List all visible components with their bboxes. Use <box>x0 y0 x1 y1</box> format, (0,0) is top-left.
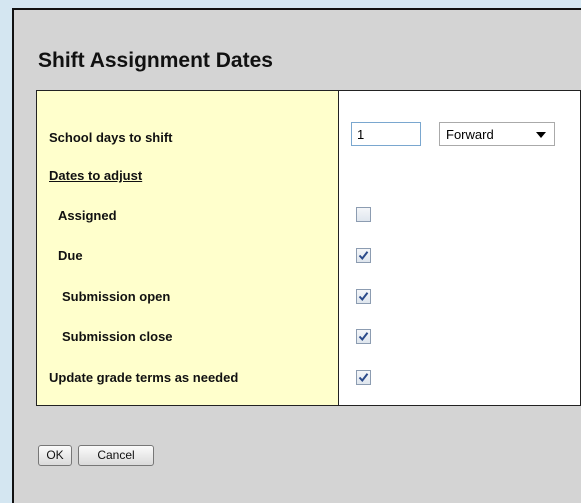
due-checkbox[interactable] <box>356 248 371 263</box>
submission-close-label: Submission close <box>62 329 173 344</box>
school-days-label: School days to shift <box>49 130 173 145</box>
update-grade-terms-checkbox[interactable] <box>356 370 371 385</box>
cancel-button[interactable]: Cancel <box>78 445 154 466</box>
submission-open-checkbox[interactable] <box>356 289 371 304</box>
assigned-label: Assigned <box>58 208 117 223</box>
dates-section-label: Dates to adjust <box>49 168 143 183</box>
update-grade-terms-label: Update grade terms as needed <box>49 370 239 385</box>
checkmark-icon <box>358 373 369 383</box>
submission-open-label: Submission open <box>62 289 171 304</box>
label-column: School days to shift Dates to adjust Ass… <box>37 91 339 405</box>
form-table: School days to shift Dates to adjust Ass… <box>36 90 581 406</box>
direction-select-value: Forward <box>446 127 494 142</box>
ok-button[interactable]: OK <box>38 445 72 466</box>
assigned-checkbox[interactable] <box>356 207 371 222</box>
chevron-down-icon <box>536 132 546 138</box>
shift-dates-dialog: Shift Assignment Dates School days to sh… <box>12 8 581 503</box>
submission-close-checkbox[interactable] <box>356 329 371 344</box>
checkmark-icon <box>358 251 369 261</box>
dialog-title: Shift Assignment Dates <box>38 49 273 72</box>
direction-select[interactable]: Forward <box>439 122 555 146</box>
due-label: Due <box>58 248 83 263</box>
checkmark-icon <box>358 332 369 342</box>
school-days-input[interactable]: 1 <box>351 122 421 146</box>
checkmark-icon <box>358 292 369 302</box>
